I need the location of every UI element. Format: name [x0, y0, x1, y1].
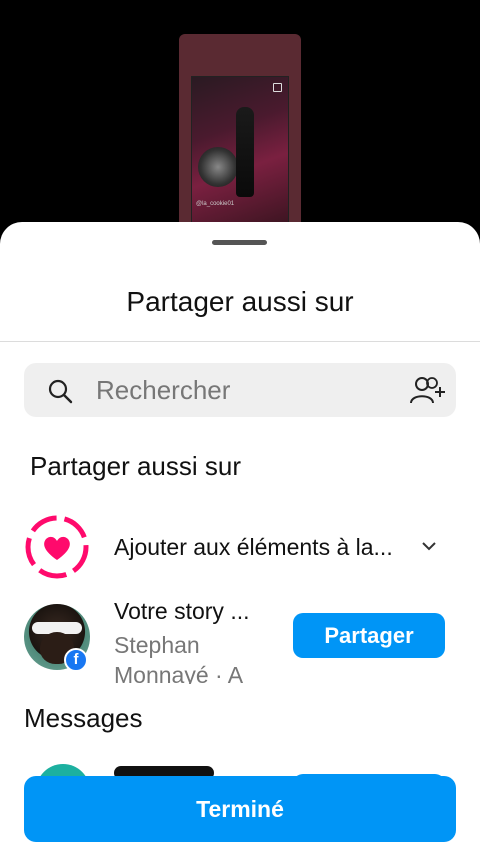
chevron-down-icon[interactable]: [418, 538, 440, 554]
sheet-title: Partager aussi sur: [126, 286, 354, 317]
person-image: [236, 107, 254, 197]
multiple-photos-icon: [273, 83, 282, 92]
your-story-row: f Votre story ... Stephan Monnayé · A Pa…: [0, 594, 480, 684]
story-photo: @la_cookie01: [191, 76, 289, 228]
search-bar[interactable]: [24, 363, 456, 417]
messages-title: Messages: [24, 703, 143, 733]
motorcycle-image: [198, 147, 238, 187]
story-handle: @la_cookie01: [196, 201, 235, 207]
divider: [0, 341, 480, 342]
highlight-heart-icon: [25, 515, 89, 579]
search-icon: [48, 379, 73, 404]
drag-handle[interactable]: [212, 240, 267, 245]
story-subtitle: Stephan Monnayé · A: [114, 632, 244, 684]
share-button[interactable]: Partager: [293, 613, 445, 658]
add-people-icon[interactable]: [408, 374, 448, 406]
story-title: Votre story ...: [114, 598, 250, 624]
section-title: Partager aussi sur: [30, 451, 241, 481]
done-button[interactable]: Terminé: [24, 776, 456, 842]
share-sheet: Partager aussi sur Partager aussi sur Aj…: [0, 222, 480, 854]
story-preview: @la_cookie01: [179, 34, 301, 234]
facebook-icon: f: [64, 648, 88, 672]
search-input[interactable]: [96, 371, 396, 409]
highlights-label: Ajouter aux éléments à la...: [114, 534, 393, 560]
add-to-highlights-row[interactable]: Ajouter aux éléments à la...: [0, 510, 480, 582]
